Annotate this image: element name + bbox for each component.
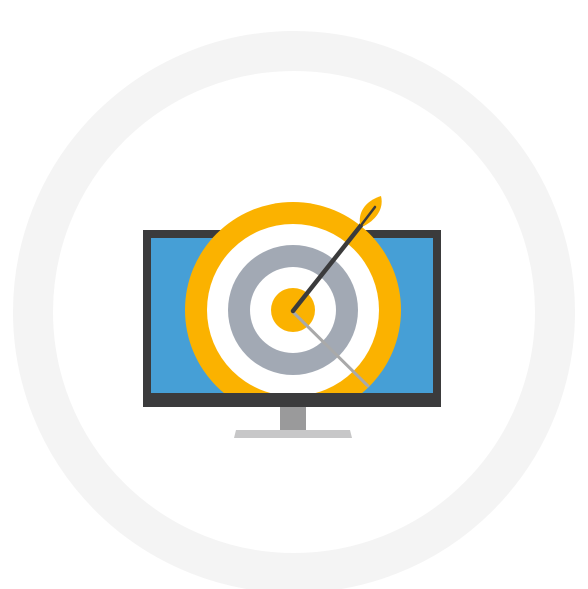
target-on-monitor-illustration [13,31,575,589]
monitor-stand-base [234,430,352,438]
monitor-stand-icon [234,406,352,438]
illustration-stage [0,0,588,589]
monitor-stand-neck [280,406,306,430]
